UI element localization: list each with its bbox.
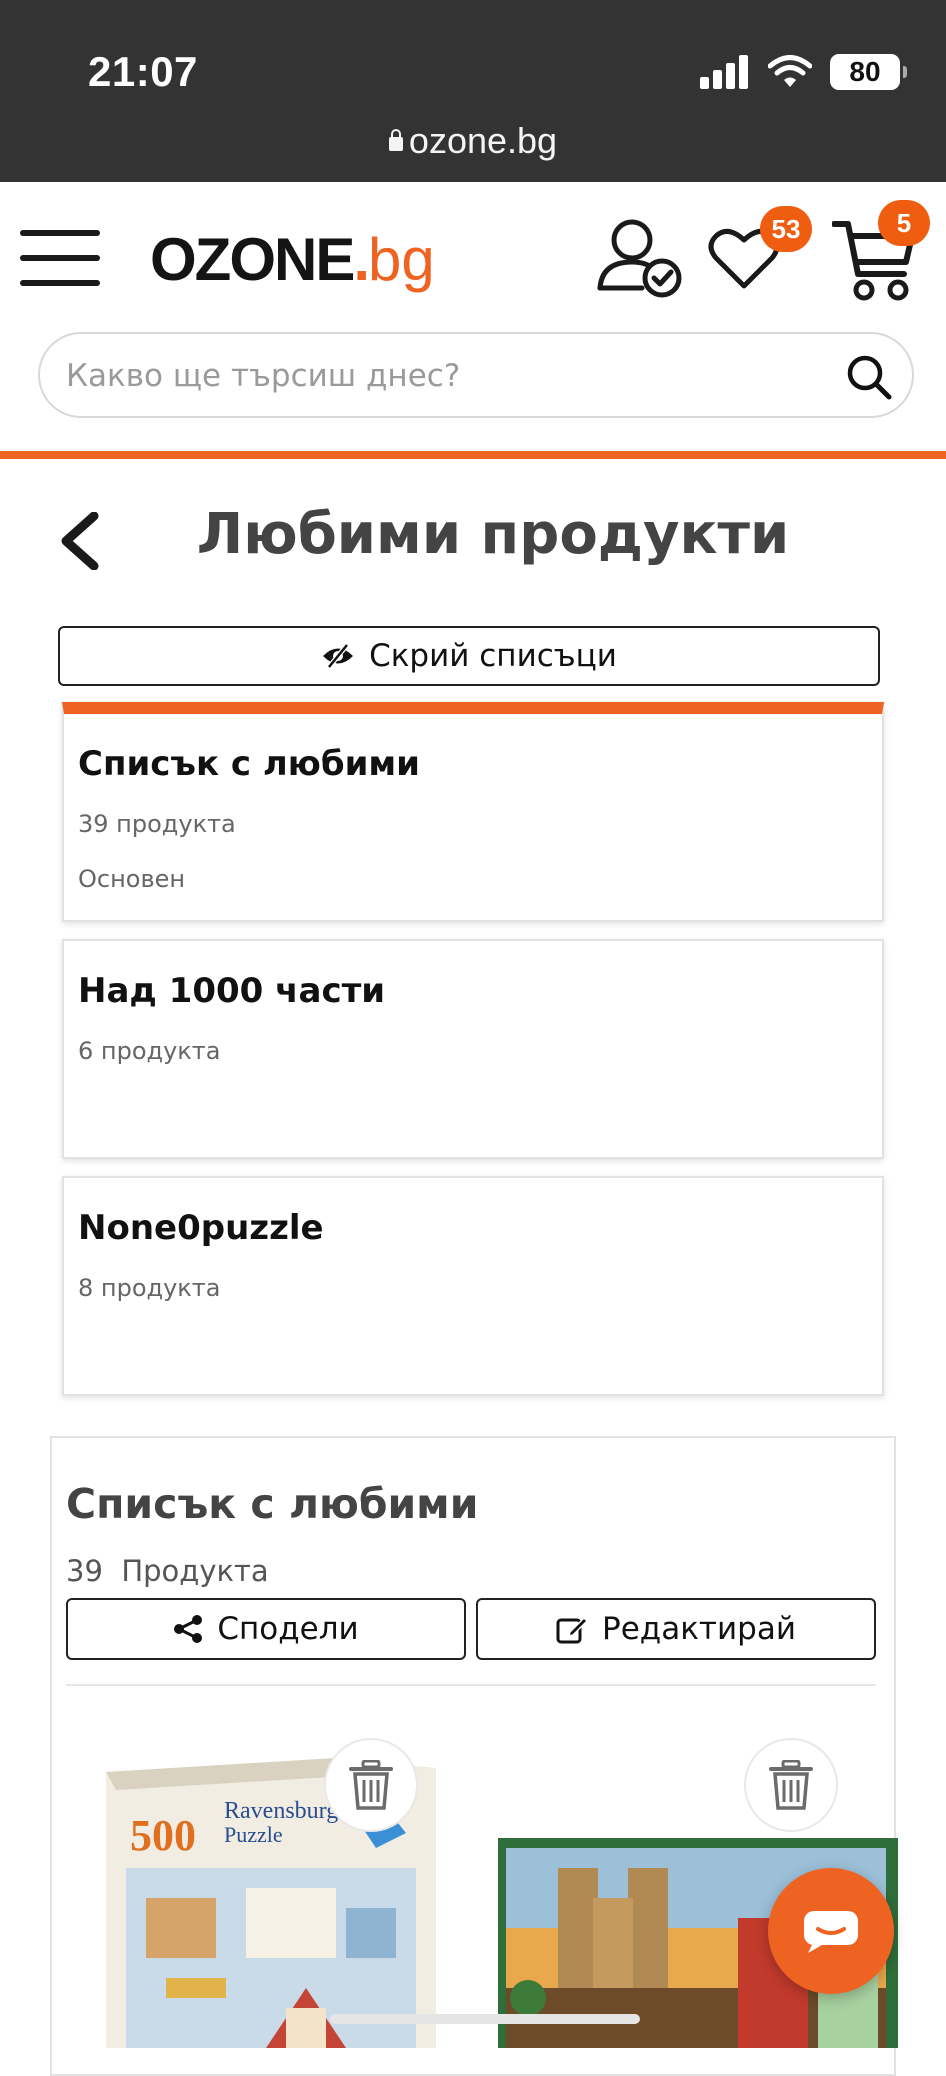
hide-lists-label: Скрий списъци xyxy=(369,638,617,674)
chat-bubble-icon xyxy=(804,1911,858,1953)
list-card-favorites[interactable]: Списък с любими 39 продукта Основен xyxy=(62,702,884,922)
share-label: Сподели xyxy=(217,1611,359,1647)
wishlist-badge: 53 xyxy=(760,206,812,252)
status-icons: 80 xyxy=(700,54,907,90)
trash-icon xyxy=(349,1760,393,1810)
status-bar: 21:07 80 ozone.bg xyxy=(0,0,946,182)
list-card-title: Над 1000 части xyxy=(78,971,386,1011)
cart-badge: 5 xyxy=(878,200,930,246)
home-indicator xyxy=(330,2014,640,2024)
trash-icon xyxy=(769,1760,813,1810)
status-time: 21:07 xyxy=(88,48,198,95)
header-divider xyxy=(0,451,946,459)
selected-list-title: Списък с любими xyxy=(66,1480,479,1528)
chat-button[interactable] xyxy=(768,1868,894,1994)
search-icon[interactable] xyxy=(846,354,892,400)
list-card-title: Списък с любими xyxy=(78,744,421,784)
signal-icon xyxy=(700,55,748,89)
site-header: OZONE.bg 53 5 xyxy=(0,182,946,458)
ozone-logo[interactable]: OZONE.bg xyxy=(150,220,435,300)
eye-slash-icon xyxy=(323,643,354,669)
share-icon xyxy=(174,1615,203,1643)
hide-lists-button[interactable]: Скрий списъци xyxy=(58,626,880,686)
remove-product-button[interactable] xyxy=(324,1738,418,1832)
selected-list-count: 39 Продукта xyxy=(66,1554,269,1588)
edit-label: Редактирай xyxy=(602,1611,796,1647)
selected-list-panel: Списък с любими 39 Продукта Сподели Реда… xyxy=(50,1436,898,2076)
list-card-none0puzzle[interactable]: None0puzzle 8 продукта xyxy=(62,1176,884,1396)
remove-product-button[interactable] xyxy=(744,1738,838,1832)
list-card-count: 6 продукта xyxy=(78,1037,221,1065)
edit-button[interactable]: Редактирай xyxy=(476,1598,876,1660)
page-title: Любими продукти xyxy=(196,502,790,567)
account-icon[interactable] xyxy=(596,216,682,298)
url-text: ozone.bg xyxy=(408,120,558,161)
share-button[interactable]: Сподели xyxy=(66,1598,466,1660)
lock-icon xyxy=(388,129,403,151)
box-number-text: 500 xyxy=(130,1811,196,1860)
list-card-default-tag: Основен xyxy=(78,865,186,893)
wifi-icon xyxy=(768,55,812,87)
search-input[interactable] xyxy=(66,348,826,404)
menu-icon[interactable] xyxy=(20,230,100,286)
panel-divider xyxy=(66,1684,876,1686)
search-bar xyxy=(38,332,914,418)
battery-indicator: 80 xyxy=(830,54,907,90)
address-bar[interactable]: ozone.bg xyxy=(0,120,946,162)
list-card-count: 39 продукта xyxy=(78,810,236,838)
list-card-title: None0puzzle xyxy=(78,1208,324,1248)
edit-icon xyxy=(556,1616,589,1644)
list-card-count: 8 продукта xyxy=(78,1274,221,1302)
box-type-text: Puzzle xyxy=(224,1822,283,1847)
list-card-over-1000[interactable]: Над 1000 части 6 продукта xyxy=(62,939,884,1159)
